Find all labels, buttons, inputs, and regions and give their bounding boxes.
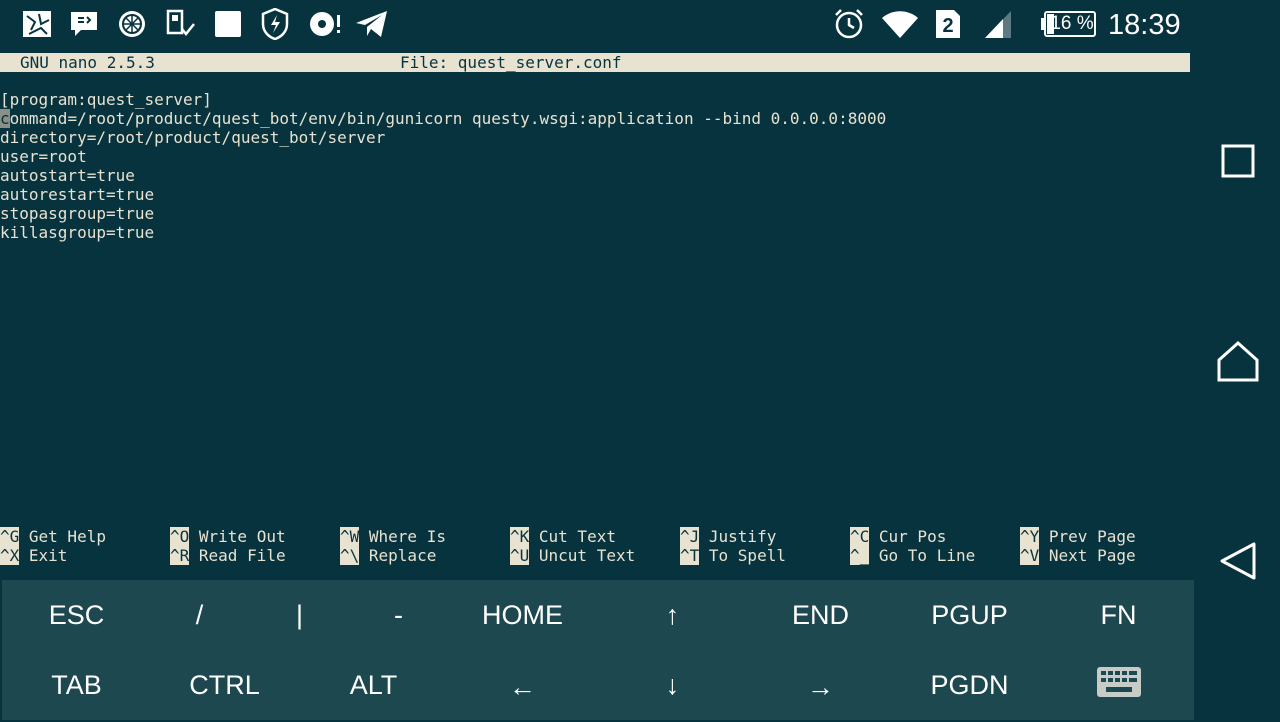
telegram-icon bbox=[355, 8, 389, 40]
key-end[interactable]: END bbox=[746, 580, 895, 650]
key-home[interactable]: HOME bbox=[448, 580, 597, 650]
key-up[interactable]: ↑ bbox=[598, 580, 747, 650]
shortcut-where-is: ^W Where Is bbox=[340, 527, 446, 546]
editor-line[interactable]: directory=/root/product/quest_bot/server bbox=[0, 128, 1190, 147]
disc-icon bbox=[308, 8, 342, 40]
editor-line-with-cursor[interactable]: command=/root/product/quest_bot/env/bin/… bbox=[0, 109, 1190, 128]
keyboard-icon bbox=[1096, 666, 1142, 705]
shortcut-cut-text: ^K Cut Text bbox=[510, 527, 616, 546]
shortcut-prev-page: ^Y Prev Page bbox=[1020, 527, 1136, 546]
battery-percent: 16 % bbox=[1050, 13, 1094, 34]
key-pgdn[interactable]: PGDN bbox=[895, 650, 1044, 720]
shortcut-next-page: ^V Next Page bbox=[1020, 546, 1136, 565]
chat-icon bbox=[68, 8, 100, 40]
nano-version: GNU nano 2.5.3 bbox=[20, 53, 155, 72]
shortcut-get-help: ^G Get Help bbox=[0, 527, 106, 546]
shortcut-write-out: ^O Write Out bbox=[170, 527, 286, 546]
android-nav-bar bbox=[1194, 50, 1280, 720]
text-cursor: c bbox=[0, 109, 10, 128]
nano-title-bar: GNU nano 2.5.3 File: quest_server.conf bbox=[0, 53, 1190, 72]
home-button[interactable] bbox=[1214, 339, 1262, 387]
editor-text-area[interactable]: [program:quest_server] command=/root/pro… bbox=[0, 90, 1190, 242]
key-fn[interactable]: FN bbox=[1044, 580, 1193, 650]
key-down[interactable]: ↓ bbox=[598, 650, 747, 720]
back-button[interactable] bbox=[1214, 539, 1262, 587]
shortcut-justify: ^J Justify bbox=[680, 527, 777, 546]
editor-line[interactable]: stopasgroup=true bbox=[0, 204, 1190, 223]
nano-filename: File: quest_server.conf bbox=[400, 53, 622, 72]
signal-icon bbox=[982, 8, 1014, 40]
gallery-icon bbox=[20, 8, 54, 40]
keyboard-toggle-button[interactable] bbox=[1044, 650, 1193, 720]
extra-keys-bar: ESC / | - HOME ↑ END PGUP FN TAB CTRL AL… bbox=[2, 580, 1194, 720]
home-icon bbox=[1216, 340, 1260, 386]
editor-line[interactable]: killasgroup=true bbox=[0, 223, 1190, 242]
svg-text:2: 2 bbox=[942, 15, 953, 37]
editor-line[interactable]: user=root bbox=[0, 147, 1190, 166]
shortcut-read-file: ^R Read File bbox=[170, 546, 286, 565]
key-right[interactable]: → bbox=[746, 652, 895, 722]
shortcut-uncut-text: ^U Uncut Text bbox=[510, 546, 636, 565]
shortcut-exit: ^X Exit bbox=[0, 546, 68, 565]
sim-2-icon: 2 bbox=[934, 8, 962, 40]
key-left[interactable]: ← bbox=[448, 652, 597, 722]
shortcut-to-spell: ^T To Spell bbox=[680, 546, 786, 565]
key-pgup[interactable]: PGUP bbox=[895, 580, 1044, 650]
orange-icon bbox=[116, 8, 148, 40]
shortcut-go-to-line: ^_ Go To Line bbox=[850, 546, 976, 565]
key-ctrl[interactable]: CTRL bbox=[150, 650, 299, 720]
usb-icon bbox=[163, 8, 197, 40]
shortcut-cur-pos: ^C Cur Pos bbox=[850, 527, 947, 546]
back-icon bbox=[1218, 541, 1258, 585]
shortcut-replace: ^\ Replace bbox=[340, 546, 437, 565]
square-notification-icon bbox=[214, 8, 242, 40]
editor-line-text: ommand=/root/product/quest_bot/env/bin/g… bbox=[9, 109, 887, 128]
recents-button[interactable] bbox=[1214, 139, 1262, 187]
editor-line[interactable]: autorestart=true bbox=[0, 185, 1190, 204]
editor-line[interactable]: [program:quest_server] bbox=[0, 90, 1190, 109]
clock: 18:39 bbox=[1108, 9, 1181, 41]
battery-icon: 16 % bbox=[1040, 8, 1096, 40]
nano-shortcut-bar: ^G Get Help ^X Exit ^O Write Out ^R Read… bbox=[0, 527, 1190, 567]
alarm-icon bbox=[832, 8, 866, 40]
shield-bolt-icon bbox=[260, 8, 290, 40]
key-alt[interactable]: ALT bbox=[299, 650, 448, 720]
editor-line[interactable]: autostart=true bbox=[0, 166, 1190, 185]
status-bar: 2 16 % 18:39 bbox=[0, 0, 1280, 50]
recents-icon bbox=[1220, 143, 1256, 183]
wifi-icon bbox=[880, 8, 920, 40]
key-tab[interactable]: TAB bbox=[2, 650, 151, 720]
